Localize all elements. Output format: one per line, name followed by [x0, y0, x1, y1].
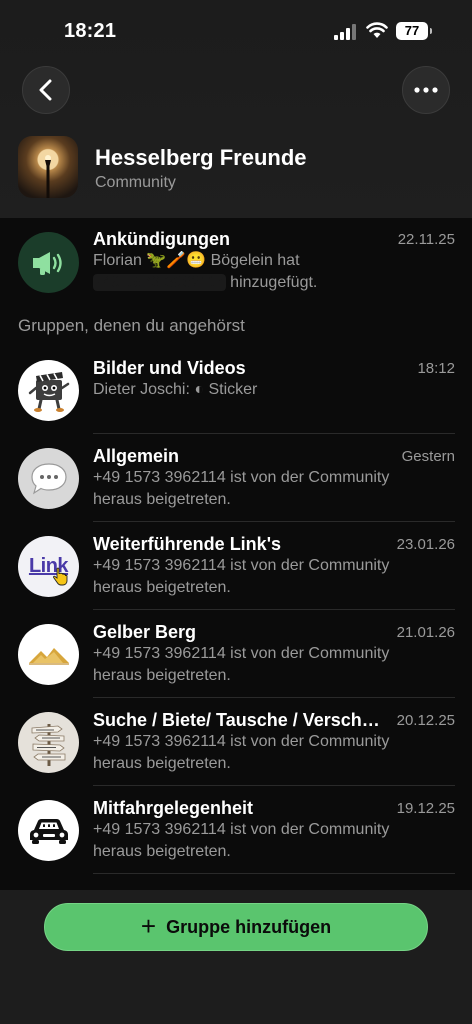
announcements-date: 22.11.25: [397, 231, 455, 248]
announcements-message-line2: +49 1573 3962114 hinzugefügt.: [93, 272, 423, 294]
announcements-message: Florian 🦖🪥😬 Bögelein hat +49 1573 396211…: [93, 250, 423, 294]
group-avatar: Link: [18, 536, 79, 597]
community-avatar[interactable]: [18, 136, 78, 198]
plus-icon: +: [140, 910, 157, 941]
speech-bubble-icon: [30, 462, 67, 494]
group-title: Weiterführende Link's: [93, 534, 281, 554]
group-row-weiterfuehrende-links[interactable]: Link Weiterführende Link's 23.01.26 +49 …: [0, 522, 472, 610]
announcements-avatar: [18, 232, 79, 293]
group-time: 23.01.26: [396, 536, 455, 553]
community-subtitle: Community: [95, 174, 176, 191]
community-header: 18:21 77 Hesselberg Freunde Community: [0, 0, 472, 218]
group-avatar: [18, 800, 79, 861]
mountain-icon: [28, 647, 69, 665]
group-last-message: +49 1573 3962114 ist von der Community h…: [93, 821, 390, 860]
group-last-message: +49 1573 3962114 ist von der Community h…: [93, 469, 390, 508]
clapperboard-mascot-icon: [28, 371, 69, 412]
status-bar: 18:21 77: [0, 0, 472, 62]
car-icon: [29, 818, 68, 844]
status-time: 18:21: [64, 20, 117, 42]
cellular-signal-icon: [334, 24, 358, 40]
group-avatar: [18, 360, 79, 421]
add-group-label: Gruppe hinzufügen: [166, 916, 332, 937]
megaphone-icon: [32, 251, 62, 275]
group-time: 18:12: [417, 360, 455, 377]
group-row-allgemein[interactable]: Allgemein Gestern +49 1573 3962114 ist v…: [0, 434, 472, 522]
redacted-phone-number: +49 1573 3962114: [93, 274, 226, 291]
group-title: Gelber Berg: [93, 622, 197, 642]
group-time: 21.01.26: [396, 624, 455, 641]
battery-indicator: 77: [396, 22, 432, 40]
community-title: Hesselberg Freunde: [95, 145, 307, 170]
group-last-message: Dieter Joschi: ◐ Sticker: [93, 381, 258, 398]
group-row-suche-biete[interactable]: Suche / Biete/ Tausche / Verschenke 20.1…: [0, 698, 472, 786]
group-title: Bilder und Videos: [93, 358, 246, 378]
announcements-title: Ankündigungen: [93, 229, 230, 249]
ellipsis-icon: [414, 87, 438, 93]
group-row-gelber-berg[interactable]: Gelber Berg 21.01.26 +49 1573 3962114 is…: [0, 610, 472, 698]
group-row-mitfahrgelegenheit[interactable]: Mitfahrgelegenheit 19.12.25 +49 1573 396…: [0, 786, 472, 874]
announcements-row[interactable]: Ankündigungen 22.11.25 Florian 🦖🪥😬 Bögel…: [0, 226, 472, 314]
announcements-message-suffix: hinzugefügt.: [225, 274, 318, 291]
group-row-bilder-und-videos[interactable]: Bilder und Videos 18:12 Dieter Joschi: ◐…: [0, 346, 472, 434]
group-avatar: [18, 624, 79, 685]
group-title: Suche / Biete/ Tausche / Verschenke: [93, 710, 381, 730]
more-options-button[interactable]: [402, 66, 450, 114]
group-last-message: +49 1573 3962114 ist von der Community h…: [93, 557, 390, 596]
wifi-icon: [366, 22, 388, 38]
group-title: Allgemein: [93, 446, 180, 466]
pointer-hand-icon: [53, 567, 68, 586]
chevron-left-icon: [39, 79, 52, 101]
group-time: 20.12.25: [396, 712, 455, 729]
group-last-message: +49 1573 3962114 ist von der Community h…: [93, 733, 390, 772]
groups-section-label: Gruppen, denen du angehörst: [18, 316, 245, 335]
group-avatar: [18, 712, 79, 773]
group-title: Mitfahrgelegenheit: [93, 798, 254, 818]
row-divider: [93, 873, 455, 874]
signpost-icon: [31, 723, 65, 766]
group-time: Gestern: [401, 448, 455, 465]
group-last-message: +49 1573 3962114 ist von der Community h…: [93, 645, 390, 684]
add-group-button[interactable]: + Gruppe hinzufügen: [44, 903, 428, 951]
announcements-message-line1: Florian 🦖🪥😬 Bögelein hat: [93, 252, 300, 269]
lamp-post-photo-icon: [45, 155, 51, 198]
group-time: 19.12.25: [396, 800, 455, 817]
back-button[interactable]: [22, 66, 70, 114]
bottom-bar: + Gruppe hinzufügen: [0, 890, 472, 1024]
group-avatar: [18, 448, 79, 509]
